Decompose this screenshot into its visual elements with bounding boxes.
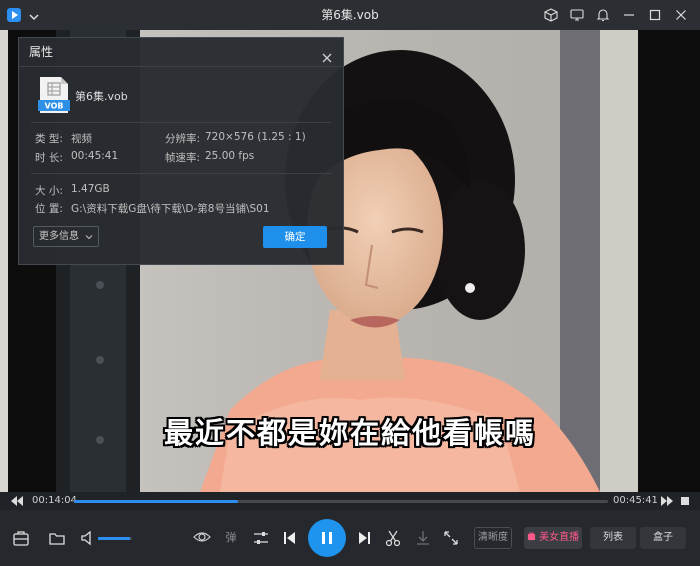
properties-dialog: 属性 VOB 第6集.vob 类 型: 视频 分辨率: 720×576 (1.2… bbox=[18, 37, 344, 265]
open-folder-icon[interactable] bbox=[48, 529, 66, 547]
video-file-icon: VOB bbox=[37, 76, 71, 114]
danmaku-toggle[interactable]: 弹 bbox=[222, 527, 240, 547]
screen-icon[interactable] bbox=[566, 4, 588, 26]
location-label: 位 置: bbox=[35, 203, 63, 215]
type-value: 视频 bbox=[71, 133, 92, 145]
close-icon[interactable] bbox=[321, 46, 333, 63]
download-icon[interactable] bbox=[414, 529, 432, 547]
divider bbox=[31, 173, 331, 174]
pause-button[interactable] bbox=[308, 519, 346, 557]
type-label: 类 型: bbox=[35, 133, 63, 145]
size-value: 1.47GB bbox=[71, 183, 110, 195]
fast-forward-icon[interactable] bbox=[660, 495, 674, 507]
divider bbox=[31, 122, 331, 123]
close-icon[interactable] bbox=[670, 4, 692, 26]
rewind-icon[interactable] bbox=[10, 495, 24, 507]
dialog-title: 属性 bbox=[29, 45, 54, 59]
minimize-icon[interactable] bbox=[618, 4, 640, 26]
live-icon bbox=[527, 532, 536, 541]
volume-icon[interactable] bbox=[80, 529, 96, 547]
resolution-value: 720×576 (1.25 : 1) bbox=[205, 131, 306, 143]
maximize-icon[interactable] bbox=[644, 4, 666, 26]
volume-slider-fill bbox=[98, 537, 131, 540]
toolbox-icon[interactable] bbox=[12, 529, 30, 547]
live-label: 美女直播 bbox=[539, 532, 580, 543]
next-icon[interactable] bbox=[358, 530, 372, 546]
stop-icon[interactable] bbox=[680, 496, 690, 506]
dialog-header: 属性 bbox=[19, 38, 343, 67]
more-info-dropdown[interactable]: 更多信息 bbox=[33, 226, 99, 247]
size-label: 大 小: bbox=[35, 185, 63, 197]
seek-bar[interactable] bbox=[74, 500, 608, 503]
quality-button[interactable]: 清晰度 bbox=[474, 527, 512, 549]
volume-slider[interactable] bbox=[98, 537, 132, 540]
chevron-down-icon bbox=[85, 235, 93, 240]
previous-icon[interactable] bbox=[282, 530, 296, 546]
total-time: 00:45:41 bbox=[613, 495, 658, 506]
playlist-button[interactable]: 列表 bbox=[590, 527, 636, 549]
file-type-badge: VOB bbox=[45, 102, 64, 111]
box-button[interactable]: 盒子 bbox=[640, 527, 686, 549]
seek-bar-fill bbox=[74, 500, 239, 503]
file-name: 第6集.vob bbox=[75, 90, 128, 103]
control-bar: 弹 清晰度 美女直播 列表 盒子 bbox=[0, 510, 700, 566]
pause-icon bbox=[322, 532, 332, 544]
live-button[interactable]: 美女直播 bbox=[524, 527, 582, 549]
duration-value: 00:45:41 bbox=[71, 150, 119, 162]
scissors-icon[interactable] bbox=[384, 529, 402, 547]
ok-button[interactable]: 确定 bbox=[263, 226, 327, 248]
framerate-value: 25.00 fps bbox=[205, 150, 255, 162]
more-info-label: 更多信息 bbox=[39, 231, 79, 242]
duration-label: 时 长: bbox=[35, 152, 63, 164]
title-bar: 第6集.vob bbox=[0, 0, 700, 30]
cube-icon[interactable] bbox=[540, 4, 562, 26]
eye-icon[interactable] bbox=[192, 528, 212, 546]
framerate-label: 帧速率: bbox=[165, 152, 201, 164]
current-time: 00:14:04 bbox=[32, 495, 77, 506]
resolution-label: 分辨率: bbox=[165, 133, 201, 145]
subtitle-text: 最近不都是妳在給他看帳嗎 bbox=[163, 416, 536, 450]
fullscreen-icon[interactable] bbox=[442, 529, 460, 547]
settings-sliders-icon[interactable] bbox=[252, 529, 270, 547]
progress-bar-row: 00:14:04 00:45:41 bbox=[0, 492, 700, 510]
location-value[interactable]: G:\资料下载G盘\待下载\D-第8号当铺\S01 bbox=[71, 201, 270, 216]
bell-icon[interactable] bbox=[592, 4, 614, 26]
